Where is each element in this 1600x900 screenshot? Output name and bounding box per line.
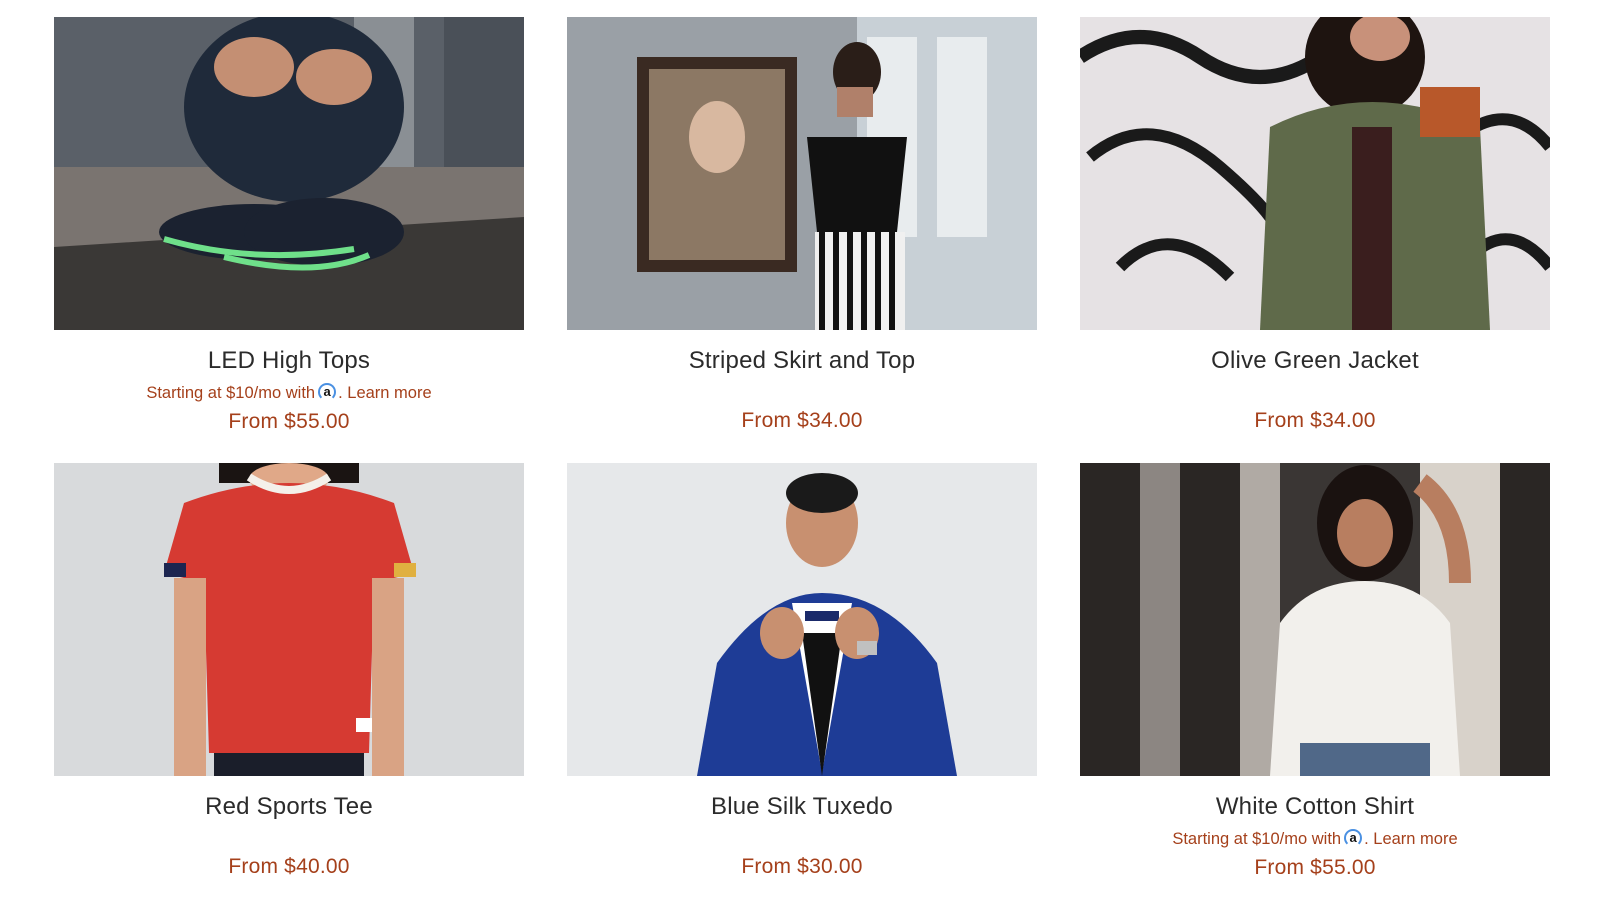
product-image-led-high-tops[interactable] bbox=[54, 17, 524, 330]
product-image-blue-tuxedo[interactable] bbox=[567, 463, 1037, 776]
product-image-red-tee[interactable] bbox=[54, 463, 524, 776]
product-price: From $30.00 bbox=[741, 855, 863, 878]
product-title[interactable]: Red Sports Tee bbox=[54, 792, 524, 822]
product-card-white-shirt[interactable]: White Cotton Shirt Starting at $10/mo wi… bbox=[1080, 463, 1550, 881]
affirm-prefix: Starting at $10/mo with bbox=[146, 384, 316, 402]
product-title[interactable]: White Cotton Shirt bbox=[1080, 792, 1550, 822]
product-card-red-tee[interactable]: Red Sports Tee From $40.00 bbox=[54, 463, 524, 880]
product-price: From $40.00 bbox=[228, 855, 350, 878]
product-price: From $55.00 bbox=[1254, 856, 1376, 879]
affirm-learn-more-link[interactable]: Learn more bbox=[1373, 830, 1457, 848]
product-image-striped-skirt[interactable] bbox=[567, 17, 1037, 330]
product-card-blue-tuxedo[interactable]: Blue Silk Tuxedo From $30.00 bbox=[567, 463, 1037, 880]
product-title[interactable]: Striped Skirt and Top bbox=[567, 346, 1037, 376]
product-card-striped-skirt[interactable]: Striped Skirt and Top From $34.00 bbox=[567, 17, 1037, 434]
product-card-led-high-tops[interactable]: LED High Tops Starting at $10/mo with a. … bbox=[54, 17, 524, 435]
product-image-olive-jacket[interactable] bbox=[1080, 17, 1550, 330]
product-grid: LED High Tops Starting at $10/mo with a. … bbox=[0, 0, 1600, 900]
product-title[interactable]: Blue Silk Tuxedo bbox=[567, 792, 1037, 822]
product-title[interactable]: Olive Green Jacket bbox=[1080, 346, 1550, 376]
product-title[interactable]: LED High Tops bbox=[54, 346, 524, 376]
affirm-financing-message: Starting at $10/mo with a. Learn more bbox=[1172, 829, 1458, 848]
affirm-logo-icon: a bbox=[318, 383, 337, 401]
product-price: From $34.00 bbox=[1254, 409, 1376, 432]
product-price: From $55.00 bbox=[228, 410, 350, 433]
affirm-prefix: Starting at $10/mo with bbox=[1172, 830, 1342, 848]
product-price: From $34.00 bbox=[741, 409, 863, 432]
affirm-learn-more-link[interactable]: Learn more bbox=[347, 384, 431, 402]
product-card-olive-jacket[interactable]: Olive Green Jacket From $34.00 bbox=[1080, 17, 1550, 434]
affirm-financing-message: Starting at $10/mo with a. Learn more bbox=[146, 383, 432, 402]
affirm-logo-icon: a bbox=[1344, 829, 1363, 847]
product-image-white-shirt[interactable] bbox=[1080, 463, 1550, 776]
